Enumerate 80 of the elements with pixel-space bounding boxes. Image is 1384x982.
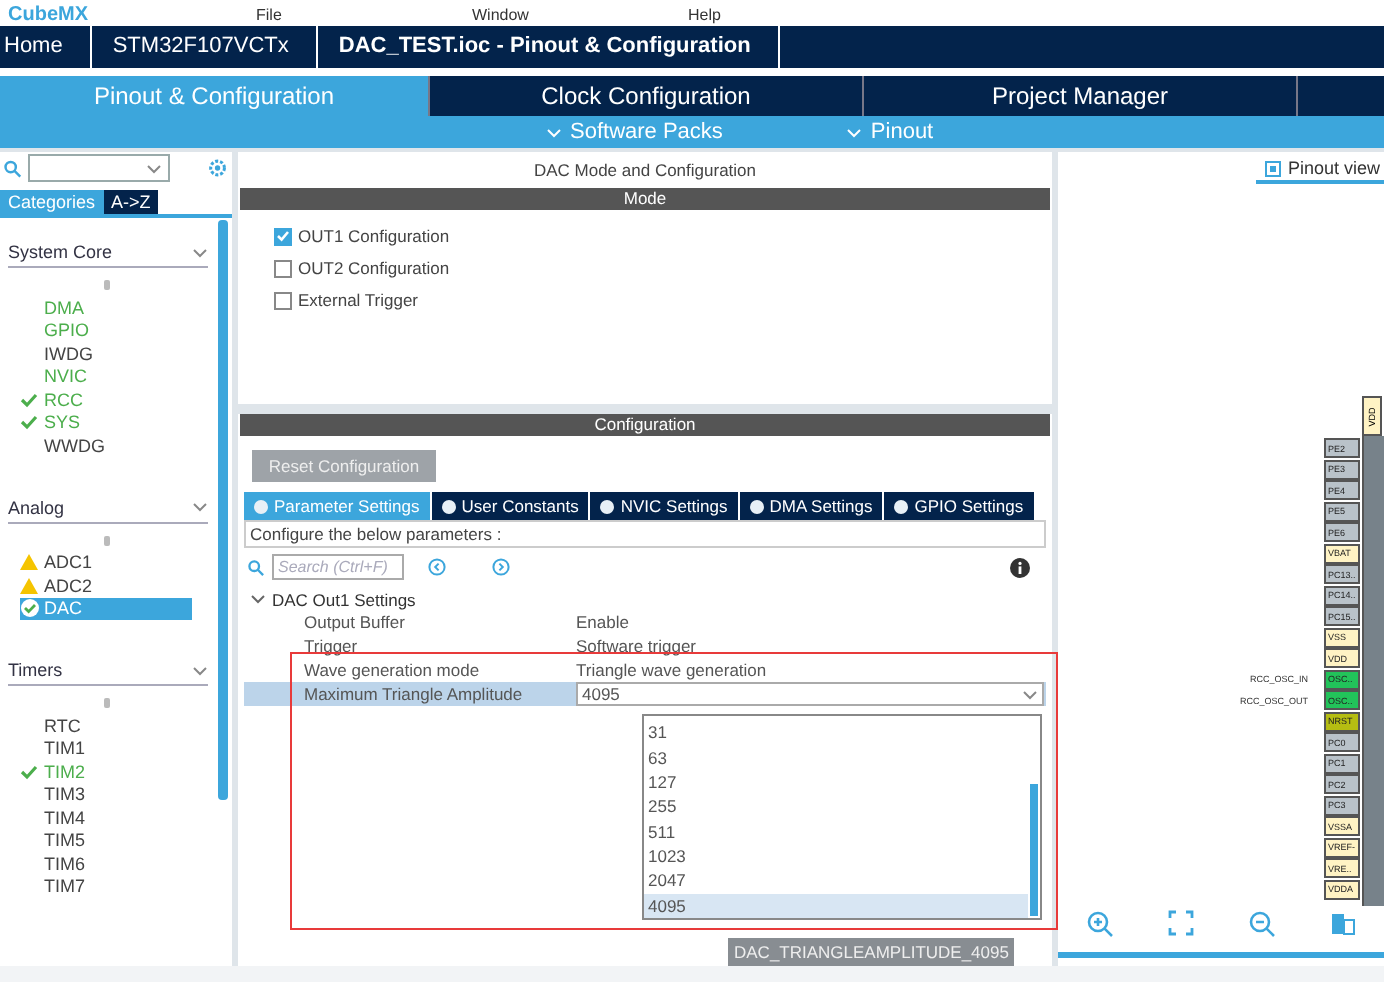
info-icon[interactable]: [1010, 557, 1030, 577]
zoom-out-icon[interactable]: [1248, 910, 1276, 938]
dropdown-option[interactable]: 1023: [644, 843, 1028, 869]
parameter-name: Trigger: [302, 636, 360, 656]
parameter-value: Triangle wave generation: [576, 660, 769, 680]
parameter-name: Output Buffer: [302, 612, 407, 632]
peripheral-item[interactable]: RTC: [20, 714, 192, 737]
checkbox[interactable]: OUT1 Configuration: [274, 226, 1052, 246]
tick-icon: [276, 230, 290, 242]
dropdown-option[interactable]: 255: [644, 794, 1028, 819]
chevron-down-icon: [546, 127, 562, 137]
hint-text: Configure the below parameters :: [244, 520, 1046, 548]
parameter-row[interactable]: Maximum Triangle Amplitude 4095: [244, 682, 1046, 706]
chevron-down-icon: [192, 665, 208, 675]
dropdown-option[interactable]: 31: [644, 720, 1028, 745]
peripheral-item[interactable]: TIM5: [20, 829, 192, 852]
peripheral-item[interactable]: WWDG: [20, 434, 192, 457]
chevron-down-icon: [192, 247, 208, 257]
checkbox[interactable]: OUT2 Configuration: [274, 258, 1052, 278]
scrollbar[interactable]: [218, 220, 228, 800]
check-icon: [20, 763, 38, 780]
group-title: Analog: [8, 497, 65, 517]
settings-tab[interactable]: GPIO Settings: [884, 492, 1034, 520]
parameter-row[interactable]: Output Buffer Enable: [244, 610, 1046, 634]
search-icon: [4, 159, 22, 177]
settings-tab[interactable]: NVIC Settings: [590, 492, 738, 520]
parameter-name: Maximum Triangle Amplitude: [302, 684, 525, 704]
dropdown-option[interactable]: 63: [644, 744, 1028, 770]
peripheral-item[interactable]: TIM7: [20, 875, 192, 898]
tree-node[interactable]: DAC Out1 Settings: [250, 590, 1052, 610]
breadcrumb-link[interactable]: STM32F107VCTx: [92, 26, 319, 68]
tooltip: DAC_TRIANGLEAMPLITUDE_4095: [728, 938, 1015, 966]
peripheral-item[interactable]: TIM1: [20, 737, 192, 760]
search-field[interactable]: Search (Ctrl+F): [272, 554, 404, 580]
rotate-icon[interactable]: [1330, 910, 1356, 936]
section-header: Mode: [240, 188, 1050, 210]
chevron-down-icon: [192, 502, 208, 512]
peripheral-item[interactable]: IWDG: [20, 342, 192, 365]
select-field[interactable]: 4095: [576, 682, 1044, 706]
settings-tab[interactable]: User Constants: [431, 492, 589, 520]
chevron-down-icon: [1022, 689, 1038, 699]
peripheral-item[interactable]: ADC1: [20, 551, 192, 574]
chevron-down-icon: [846, 127, 863, 137]
next-icon[interactable]: [492, 558, 510, 576]
chevron-down-icon: [146, 163, 163, 173]
search-icon: [248, 559, 264, 575]
peripheral-item[interactable]: TIM3: [20, 783, 192, 806]
parameter-row[interactable]: Wave generation mode Triangle wave generation: [244, 658, 1046, 682]
peripheral-item[interactable]: ADC2: [20, 574, 192, 597]
group-title: Timers: [8, 660, 63, 680]
parameter-name: Wave generation mode: [302, 660, 482, 680]
zoom-in-icon[interactable]: [1086, 910, 1114, 938]
panel-title: DAC Mode and Configuration: [531, 158, 759, 184]
previous-icon[interactable]: [428, 558, 446, 576]
fit-screen-icon[interactable]: [1168, 910, 1194, 936]
menu-item[interactable]: Help: [688, 6, 904, 26]
breadcrumb-link[interactable]: DAC_TEST.ioc - Pinout & Configuration: [318, 26, 781, 68]
dropdown-option[interactable]: 127: [644, 769, 1028, 795]
parameter-row[interactable]: Trigger Software trigger: [244, 634, 1046, 658]
app-logo: CubeMX: [6, 6, 90, 26]
parameter-value: Enable: [576, 612, 631, 632]
peripheral-item[interactable]: TIM6: [20, 852, 192, 875]
settings-icon[interactable]: [208, 158, 228, 178]
dropdown-option[interactable]: 511: [644, 819, 1028, 844]
breadcrumb-link[interactable]: Home: [0, 26, 93, 68]
menu-item[interactable]: File: [256, 6, 472, 26]
dropdown-option[interactable]: 4095: [644, 893, 1028, 918]
scrollbar[interactable]: [1030, 784, 1038, 916]
view-tab[interactable]: A->Z: [103, 190, 159, 214]
checkbox[interactable]: External Trigger: [274, 290, 1052, 310]
menu-item[interactable]: Window: [472, 6, 688, 26]
search-field[interactable]: [27, 154, 171, 182]
chip-icon: [1263, 159, 1282, 177]
group-title: System Core: [8, 242, 113, 262]
peripheral-item[interactable]: TIM4: [20, 806, 192, 829]
section-header: Configuration: [240, 414, 1050, 436]
dropdown-option[interactable]: 2047: [644, 868, 1028, 894]
parameter-value: Software trigger: [576, 636, 698, 656]
settings-tab[interactable]: DMA Settings: [739, 492, 883, 520]
view-tab[interactable]: Pinout view: [1255, 158, 1384, 184]
